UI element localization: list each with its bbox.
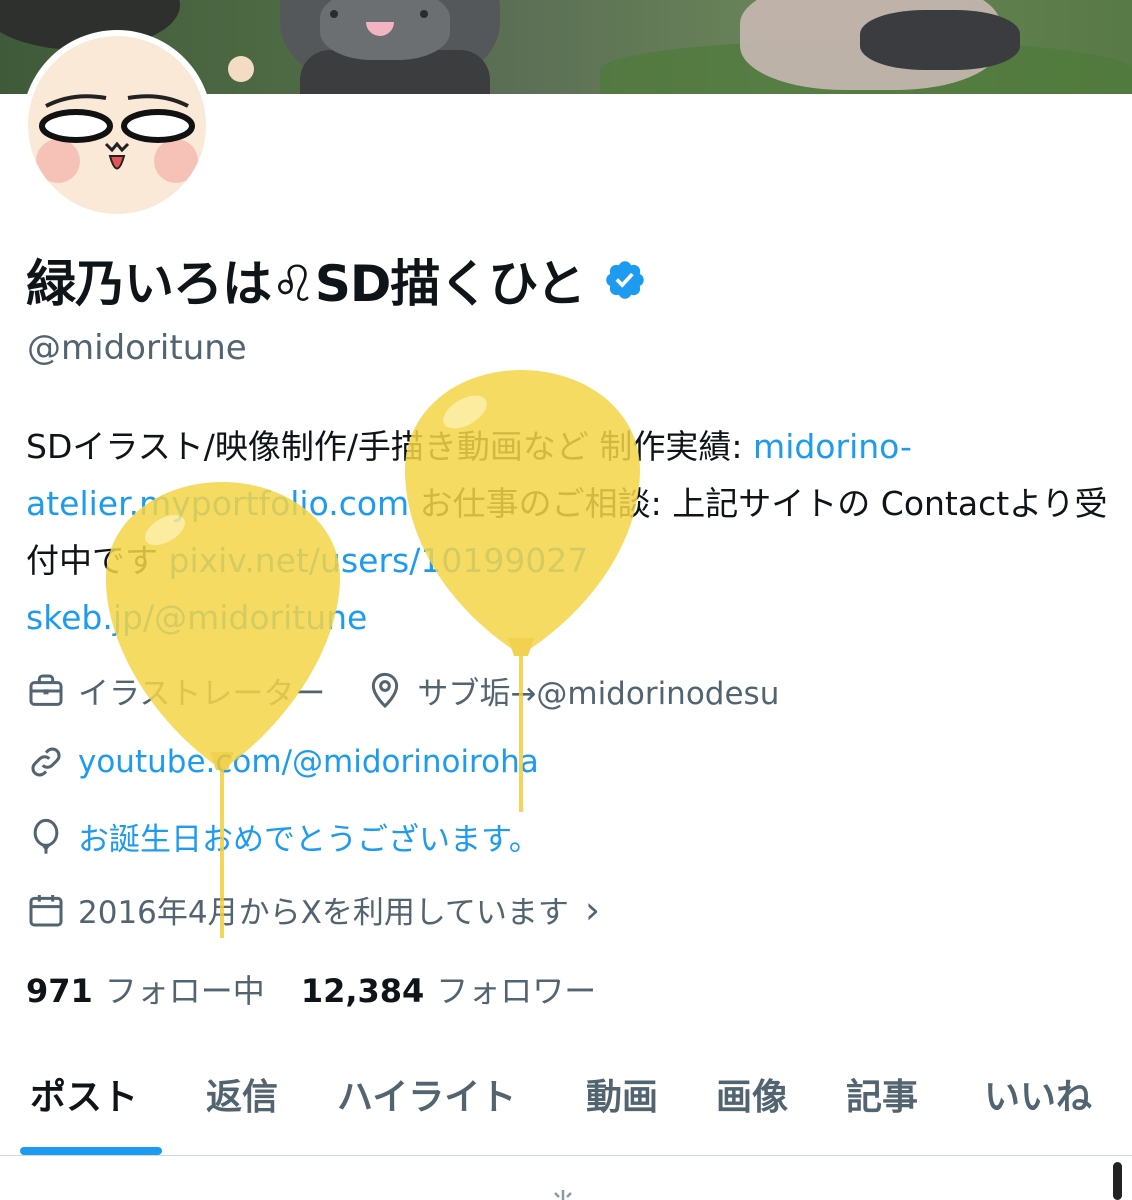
bio-link-skeb[interactable]: skeb.jp/@midoritune (26, 598, 367, 637)
location-item: サブ垢→@midorinodesu (365, 668, 779, 713)
link-icon (31, 747, 61, 777)
calendar-icon (29, 894, 63, 926)
tab-replies[interactable]: 返信 (206, 1068, 278, 1120)
birthday-message[interactable]: お誕生日おめでとうございます。 (78, 814, 540, 859)
tab-likes[interactable]: いいね (984, 1068, 1092, 1120)
verified-badge-icon[interactable] (603, 258, 647, 302)
followers-count[interactable]: 12,384 (301, 972, 424, 1010)
display-name: 緑乃いろは♌SD描くひと (26, 255, 586, 313)
chevron-right-icon: › (584, 887, 601, 932)
location-label: サブ垢→@midorinodesu (417, 676, 780, 712)
profession-item: イラストレーター (26, 668, 325, 713)
banner-character-2-cloth (860, 10, 1020, 70)
following-count[interactable]: 971 (26, 972, 93, 1010)
website-link[interactable]: youtube.com/@midorinoiroha (78, 744, 539, 780)
balloon-icon (33, 818, 59, 854)
tab-posts[interactable]: ポスト (30, 1068, 138, 1120)
avatar-image (28, 36, 206, 214)
tab-highlights[interactable]: ハイライト (337, 1068, 516, 1120)
tab-media[interactable]: 画像 (716, 1068, 788, 1120)
profile-meta-row-2: youtube.com/@midorinoiroha (26, 742, 539, 782)
profile-meta-row-3: お誕生日おめでとうございます。 (26, 814, 540, 859)
active-tab-indicator (20, 1147, 162, 1155)
avatar[interactable] (22, 30, 212, 220)
banner-eye (420, 10, 428, 18)
tabs-divider (0, 1155, 1132, 1156)
briefcase-icon (29, 674, 63, 706)
tab-videos[interactable]: 動画 (586, 1068, 658, 1120)
loading-spinner-icon (554, 1190, 572, 1200)
followers-label[interactable]: フォロワー (436, 966, 596, 1012)
tab-articles[interactable]: 記事 (846, 1068, 918, 1120)
display-name-row: 緑乃いろは♌SD描くひと (26, 248, 647, 313)
profile-meta-row-4[interactable]: 2016年4月からXを利用しています › (26, 887, 600, 932)
banner-paw (228, 56, 254, 82)
profile-meta-row-1: イラストレーター サブ垢→@midorinodesu (26, 668, 779, 713)
profile-tabs: ポスト 返信 ハイライト 動画 画像 記事 いいね (0, 1040, 1132, 1156)
user-handle: @midoritune (27, 328, 247, 368)
profession-label: イラストレーター (78, 676, 326, 712)
following-label[interactable]: フォロー中 (105, 966, 265, 1012)
banner-eye (330, 10, 338, 18)
profile-bio: SDイラスト/映像制作/手描き動画など 制作実績: midorino-ateli… (26, 418, 1116, 646)
location-pin-icon (372, 672, 399, 708)
scrollbar[interactable] (1113, 1162, 1122, 1200)
joined-date: 2016年4月からXを利用しています (78, 895, 569, 931)
bio-text: SDイラスト/映像制作/手描き動画など 制作実績: (26, 427, 754, 466)
follow-stats: 971 フォロー中 12,384 フォロワー (26, 966, 596, 1012)
bio-link-pixiv[interactable]: pixiv.net/users/10199027 (169, 541, 589, 580)
